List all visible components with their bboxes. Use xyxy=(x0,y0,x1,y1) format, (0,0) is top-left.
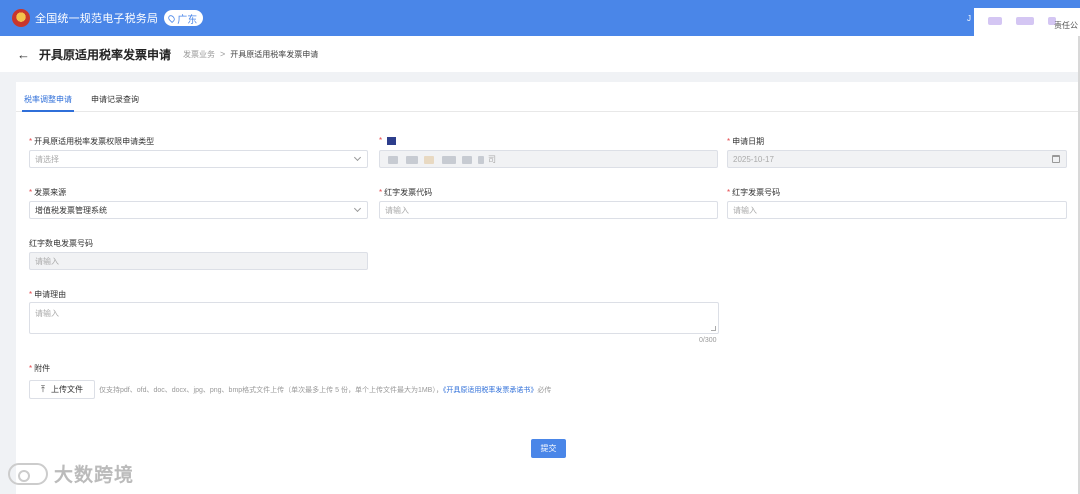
taxpayer-name-suffix: 司 xyxy=(488,154,496,164)
redacted-text xyxy=(406,156,418,164)
invoice-source-select[interactable]: 增值税发票管理系统 xyxy=(29,201,368,219)
breadcrumb-separator: > xyxy=(220,49,226,59)
tab-rate-adjust-apply[interactable]: 税率调整申请 xyxy=(24,94,72,105)
site-title[interactable]: 全国统一规范电子税务局 xyxy=(35,10,158,26)
red-digital-no-label: 红字数电发票号码 xyxy=(29,239,93,248)
calendar-icon xyxy=(1052,155,1060,163)
watermark-logo-icon xyxy=(8,462,48,485)
active-tab-indicator xyxy=(22,110,74,112)
user-name-blur xyxy=(1016,17,1034,25)
user-name-blur xyxy=(988,17,1002,25)
apply-type-label: * 开具原适用税率发票权限申请类型 xyxy=(29,137,155,146)
resize-handle-icon[interactable] xyxy=(711,326,716,331)
chevron-down-icon xyxy=(353,153,362,162)
region-selector[interactable]: 广东 xyxy=(164,10,204,26)
reason-textarea[interactable]: 请输入 xyxy=(29,302,719,334)
breadcrumb-current: 开具原适用税率发票申请 xyxy=(230,49,319,59)
tax-emblem-logo xyxy=(12,9,30,27)
invoice-source-label: * 发票来源 xyxy=(29,188,67,197)
user-company-suffix: 责任公 xyxy=(1054,21,1078,30)
reason-char-counter: 0/300 xyxy=(699,337,717,344)
chevron-down-icon xyxy=(353,204,362,213)
form-card: 税率调整申请 申请记录查询 * 开具原适用税率发票权限申请类型 请选择 * 司 *… xyxy=(16,82,1078,494)
apply-type-select[interactable]: 请选择 xyxy=(29,150,368,168)
redacted-label-block xyxy=(387,136,397,145)
taxpayer-name-field: 司 xyxy=(379,150,718,168)
page-header: ← 开具原适用税率发票申请 发票业务 > 开具原适用税率发票申请 xyxy=(0,36,1078,72)
upload-hint: 仅支持pdf、ofd、doc、docx、jpg、png、bmp格式文件上传（单次… xyxy=(99,387,552,394)
upload-file-button[interactable]: ⤒ 上传文件 xyxy=(29,380,95,399)
red-invoice-code-input[interactable]: 请输入 xyxy=(379,201,718,219)
apply-date-label: * 申请日期 xyxy=(727,137,765,146)
redacted-text xyxy=(442,156,456,164)
region-label: 广东 xyxy=(177,14,198,26)
redacted-text xyxy=(424,156,434,164)
redacted-text xyxy=(388,156,398,164)
watermark: 大数跨境 xyxy=(8,460,134,487)
top-bar: 全国统一规范电子税务局 广东 J 责任公 xyxy=(0,0,1080,36)
reason-label: * 申请理由 xyxy=(29,290,67,299)
back-arrow-icon[interactable]: ← xyxy=(17,47,30,62)
breadcrumb-parent[interactable]: 发票业务 xyxy=(183,49,215,60)
tab-bar: 税率调整申请 申请记录查询 xyxy=(16,82,1078,112)
redacted-text xyxy=(478,156,484,164)
apply-date-field: 2025-10-17 xyxy=(727,150,1067,168)
tab-apply-record-query[interactable]: 申请记录查询 xyxy=(91,94,139,105)
red-invoice-no-label: * 红字发票号码 xyxy=(727,188,781,197)
location-pin-icon xyxy=(167,13,177,23)
page-title: 开具原适用税率发票申请 xyxy=(39,47,172,62)
user-account-area[interactable]: 责任公 xyxy=(974,8,1080,36)
red-digital-no-input: 请输入 xyxy=(29,252,368,270)
red-invoice-no-input[interactable]: 请输入 xyxy=(727,201,1067,219)
attachment-label: * 附件 xyxy=(29,364,51,373)
red-invoice-code-label: * 红字发票代码 xyxy=(379,188,433,197)
commitment-letter-link[interactable]: 《开具原适用税率发票承诺书》 xyxy=(443,387,538,394)
user-initial: J xyxy=(967,14,971,23)
upload-icon: ⤒ xyxy=(41,384,45,394)
taxpayer-label: * xyxy=(379,136,397,145)
redacted-text xyxy=(462,156,472,164)
submit-button[interactable]: 提交 xyxy=(531,439,566,458)
